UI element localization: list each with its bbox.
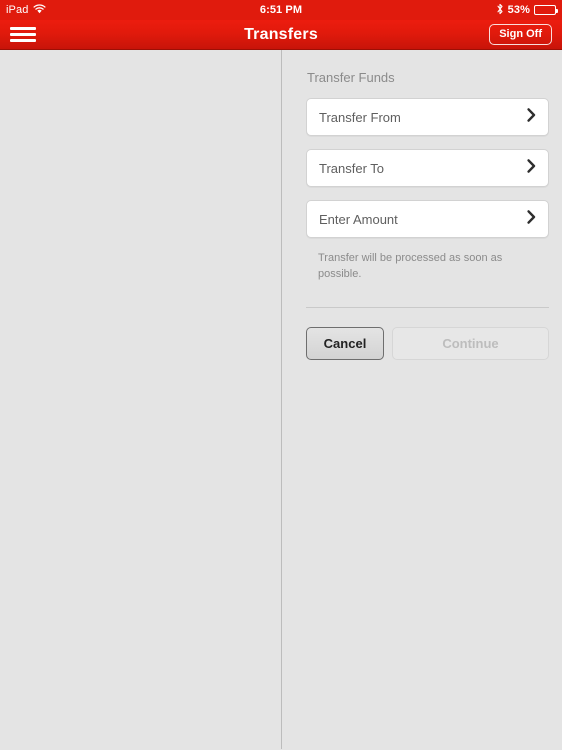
- transfer-to-field[interactable]: Transfer To: [306, 149, 549, 187]
- continue-button[interactable]: Continue: [392, 326, 549, 360]
- transfer-to-label: Transfer To: [319, 160, 385, 176]
- section-title: Transfer Funds: [307, 70, 395, 85]
- transfer-funds-panel: Transfer Funds Transfer From Transfer To: [282, 50, 562, 749]
- hamburger-bar: [10, 33, 36, 36]
- enter-amount-label: Enter Amount: [319, 211, 398, 227]
- transfer-helper-text: Transfer will be processed as soon as po…: [318, 252, 503, 280]
- sign-off-button[interactable]: Sign Off: [489, 24, 552, 45]
- chevron-right-icon: [527, 209, 536, 229]
- battery-percentage: 53%: [507, 4, 530, 16]
- cancel-button[interactable]: Cancel: [306, 326, 384, 360]
- action-button-row: Cancel Continue: [306, 326, 549, 360]
- enter-amount-field[interactable]: Enter Amount: [306, 200, 549, 238]
- status-bar-left: iPad: [6, 3, 46, 17]
- hamburger-menu-icon[interactable]: [10, 25, 36, 45]
- battery-icon: [534, 5, 558, 15]
- app-screen: iPad 6:51 PM 53% Transfers Sign Off Tran…: [0, 0, 562, 750]
- hamburger-bar: [10, 27, 36, 30]
- chevron-right-icon: [527, 158, 536, 178]
- page-title: Transfers: [244, 25, 318, 43]
- transfer-from-field[interactable]: Transfer From: [306, 98, 549, 136]
- chevron-right-icon: [527, 107, 536, 127]
- content-area: Transfer Funds Transfer From Transfer To: [0, 50, 562, 749]
- wifi-icon: [33, 3, 46, 17]
- bluetooth-icon: [496, 3, 504, 18]
- status-bar-clock: 6:51 PM: [259, 4, 303, 16]
- hamburger-bar: [10, 39, 36, 42]
- section-divider: [306, 306, 549, 308]
- status-bar-right: 53%: [496, 3, 558, 18]
- ios-status-bar: iPad 6:51 PM 53%: [0, 0, 562, 20]
- left-empty-pane: [0, 50, 282, 749]
- navigation-bar: Transfers Sign Off: [0, 20, 562, 50]
- transfer-from-label: Transfer From: [319, 109, 401, 125]
- status-device-name: iPad: [6, 4, 29, 16]
